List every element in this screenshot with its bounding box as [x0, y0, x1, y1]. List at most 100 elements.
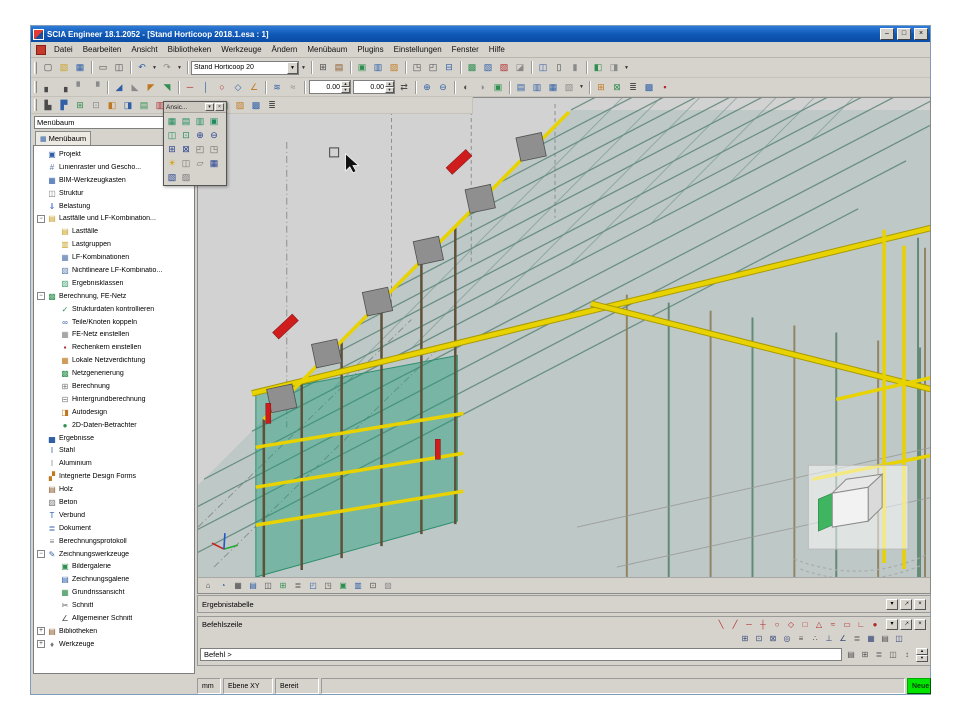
tree-item-fe-netz-einstellen[interactable]: ▦FE-Netz einstellen [34, 328, 194, 341]
expand-icon[interactable]: + [37, 627, 45, 635]
curve-icon[interactable]: ≋ [269, 80, 285, 95]
spinner-buttons[interactable]: ▲▼ [385, 81, 394, 93]
snap-intersection-icon[interactable]: ⊠ [766, 632, 780, 645]
resize-panel-icon[interactable]: ↕ [900, 648, 914, 661]
menu-plugins[interactable]: Plugins [352, 44, 388, 55]
menu-datei[interactable]: Datei [49, 44, 78, 55]
zoom-all-icon[interactable]: ⊠ [179, 142, 193, 156]
tree-item-stahl[interactable]: IStahl [34, 444, 194, 457]
draw-circle-icon[interactable]: ○ [770, 618, 784, 631]
draw-hline-icon[interactable]: ─ [742, 618, 756, 631]
tree-item-lf-kombinationen[interactable]: ▦LF-Kombinationen [34, 251, 194, 264]
tree-item-autodesign[interactable]: ◨Autodesign [34, 406, 194, 419]
draw-point-icon[interactable]: ● [868, 618, 882, 631]
pan-icon[interactable]: ◰ [193, 142, 207, 156]
dot-grid-icon[interactable]: ⊞ [593, 80, 609, 95]
tree-item-bibliotheken[interactable]: +▤Bibliotheken [34, 625, 194, 638]
grid-dialog-icon[interactable]: ▦ [864, 632, 878, 645]
menu-fenster[interactable]: Fenster [447, 44, 484, 55]
status-plane[interactable]: Ebene XY [223, 678, 273, 694]
tree-item-schnitt[interactable]: ✂Schnitt [34, 599, 194, 612]
tree-item-lastfälle[interactable]: ▤Lastfälle [34, 225, 194, 238]
selection-filter-icon[interactable]: ▨ [386, 60, 402, 75]
view-top-icon[interactable]: ▦ [165, 114, 179, 128]
results-grid-icon[interactable]: ▧ [480, 60, 496, 75]
view-x-icon[interactable]: ▤ [513, 80, 529, 95]
wireframe-mode-icon[interactable]: ◑ [474, 80, 490, 95]
tree-item-berechnung[interactable]: ⊞Berechnung [34, 380, 194, 393]
close-icon[interactable]: × [914, 599, 926, 610]
view-corner-icon[interactable]: ◫ [165, 128, 179, 142]
tree-item-grundrissansicht[interactable]: ▦Grundrissansicht [34, 586, 194, 599]
zoom-out-icon[interactable]: ⊖ [435, 80, 451, 95]
pin-icon[interactable]: † [900, 619, 912, 630]
project-combo[interactable]: Stand Horticoop 20▼ [191, 61, 299, 75]
spin-down-icon[interactable]: ▼ [385, 87, 394, 93]
support-icon[interactable]: ◢ [111, 80, 127, 95]
dropdown-caret-icon[interactable]: ▼ [175, 60, 184, 75]
tree-item-ergebnisse[interactable]: ▅Ergebnisse [34, 432, 194, 445]
menu-hilfe[interactable]: Hilfe [484, 44, 510, 55]
snap-node-icon[interactable]: ⊡ [752, 632, 766, 645]
tree-item-lokale-netzverdichtung[interactable]: ▦Lokale Netzverdichtung [34, 354, 194, 367]
menu-bearbeiten[interactable]: Bearbeiten [78, 44, 127, 55]
circle-icon[interactable]: ○ [214, 80, 230, 95]
draw-polygon-icon[interactable]: ◇ [784, 618, 798, 631]
check-structure-icon[interactable]: ▨ [496, 60, 512, 75]
view-y-icon[interactable]: ▥ [529, 80, 545, 95]
status-unit[interactable]: mm [197, 678, 221, 694]
document-icon[interactable]: ◫ [535, 60, 551, 75]
ucs-icon[interactable]: ◫ [892, 632, 906, 645]
dropdown-caret-icon[interactable]: ▼ [299, 60, 308, 75]
expand-command-icon[interactable]: ⊞ [858, 648, 872, 661]
tree-item-belastung[interactable]: ⇓Belastung [34, 200, 194, 213]
ortho-mode-icon[interactable]: ≡ [794, 632, 808, 645]
hinge-icon[interactable]: ◣ [127, 80, 143, 95]
menu-bibliotheken[interactable]: Bibliotheken [163, 44, 217, 55]
view-settings-icon[interactable]: ⊞ [276, 579, 290, 593]
spin-down-icon[interactable]: ▼ [341, 87, 350, 93]
view-fit-icon[interactable]: ⊡ [179, 128, 193, 142]
clip-box-icon[interactable]: ◰ [306, 579, 320, 593]
zoom-in-icon[interactable]: ⊕ [193, 128, 207, 142]
rotate-view-icon[interactable]: ◔ [216, 579, 230, 593]
draw-box-icon[interactable]: ▭ [840, 618, 854, 631]
viewport-3d[interactable]: ⌂◔▦▤◫⊞≣◰◳▣▥⊡▨ [197, 97, 931, 594]
move-icon[interactable]: ◧ [104, 98, 120, 113]
coord-x-field[interactable]: 0.00▲▼ [309, 80, 351, 94]
draw-rect-icon[interactable]: □ [798, 618, 812, 631]
axonometric-icon[interactable]: ▧ [561, 80, 577, 95]
view-front-icon[interactable]: ▤ [179, 114, 193, 128]
collapse-icon[interactable]: ▾ [886, 599, 898, 610]
add-node-icon[interactable]: ⊞ [72, 98, 88, 113]
tree-item-berechnung-fe-netz[interactable]: −▩Berechnung, FE-Netz [34, 290, 194, 303]
scroll-down-icon[interactable]: ▼ [916, 655, 928, 662]
toolbar-grip[interactable] [34, 99, 37, 111]
tree-item-struktur[interactable]: ◫Struktur [34, 187, 194, 200]
status-new-badge[interactable]: Neue [907, 678, 931, 694]
spinner-buttons[interactable]: ▲▼ [341, 81, 350, 93]
view-info-icon[interactable]: ▨ [179, 170, 193, 184]
draw-line-icon[interactable]: ╲ [714, 618, 728, 631]
spline-icon[interactable]: ≈ [285, 80, 301, 95]
palette-menu-icon[interactable]: ▾ [205, 103, 214, 111]
window-new-icon[interactable]: ◰ [425, 60, 441, 75]
work-plane-icon[interactable]: ▤ [878, 632, 892, 645]
subsoil-icon[interactable]: ◥ [159, 80, 175, 95]
draw-cross-icon[interactable]: ┼ [756, 618, 770, 631]
measure-icon[interactable]: ≣ [264, 98, 280, 113]
results-table-panel[interactable]: Ergebnistabelle ▾ † × [197, 595, 931, 613]
draw-angle-icon[interactable]: ∟ [854, 618, 868, 631]
save-icon[interactable]: ▦ [72, 60, 88, 75]
snap-angle-icon[interactable]: ∠ [836, 632, 850, 645]
tree-item-berechnungsprotokoll[interactable]: ≡Berechnungsprotokoll [34, 535, 194, 548]
calculator-icon[interactable]: ⊞ [315, 60, 331, 75]
view-axo-icon[interactable]: ▣ [207, 114, 221, 128]
coord-y-field[interactable]: 0.00▲▼ [353, 80, 395, 94]
delete-icon[interactable]: ▪ [657, 80, 673, 95]
new-icon[interactable]: ▢ [40, 60, 56, 75]
member-icon[interactable]: ▗ [56, 80, 72, 95]
pin-icon[interactable]: † [900, 599, 912, 610]
perspective-icon[interactable]: ▣ [336, 579, 350, 593]
slab-icon[interactable]: ▘ [72, 80, 88, 95]
